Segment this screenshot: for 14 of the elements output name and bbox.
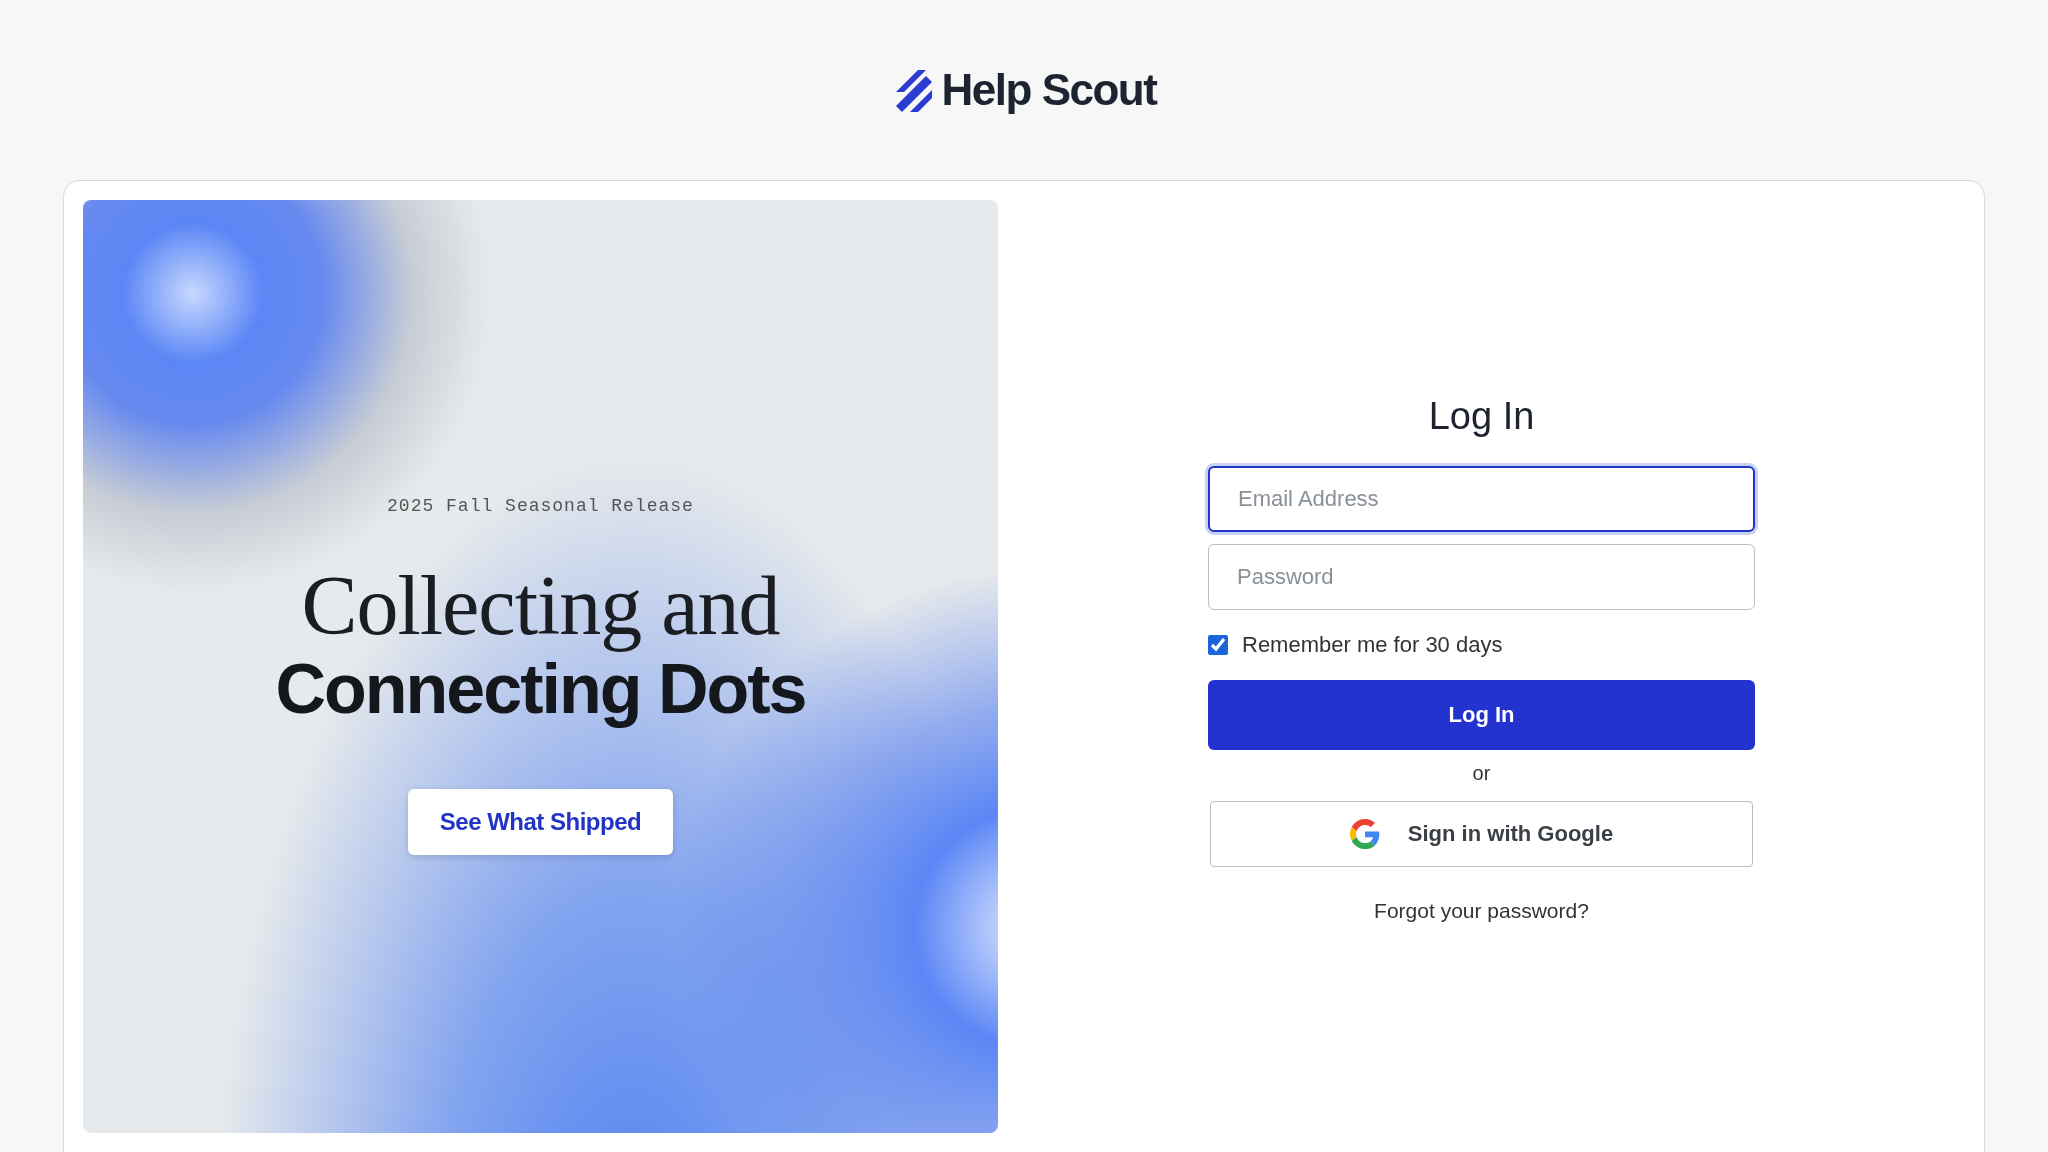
eyebrow-text: 2025 Fall Seasonal Release (387, 496, 694, 516)
headline-text: Collecting and (301, 558, 780, 654)
google-signin-button[interactable]: Sign in with Google (1210, 801, 1753, 867)
email-field[interactable]: Email Address (1208, 466, 1755, 532)
remember-label: Remember me for 30 days (1242, 632, 1503, 658)
logo-text: Help Scout (941, 65, 1157, 115)
forgot-password-link[interactable]: Forgot your password? (1374, 899, 1589, 923)
login-button[interactable]: Log In (1208, 680, 1755, 750)
form-title: Log In (1427, 395, 1536, 438)
google-g-icon (1349, 819, 1380, 849)
separator-text: or (1471, 762, 1492, 785)
password-field[interactable]: Password (1208, 544, 1755, 610)
see-what-shipped-button[interactable]: See What Shipped (407, 788, 674, 855)
remember-checkbox[interactable] (1208, 635, 1228, 655)
